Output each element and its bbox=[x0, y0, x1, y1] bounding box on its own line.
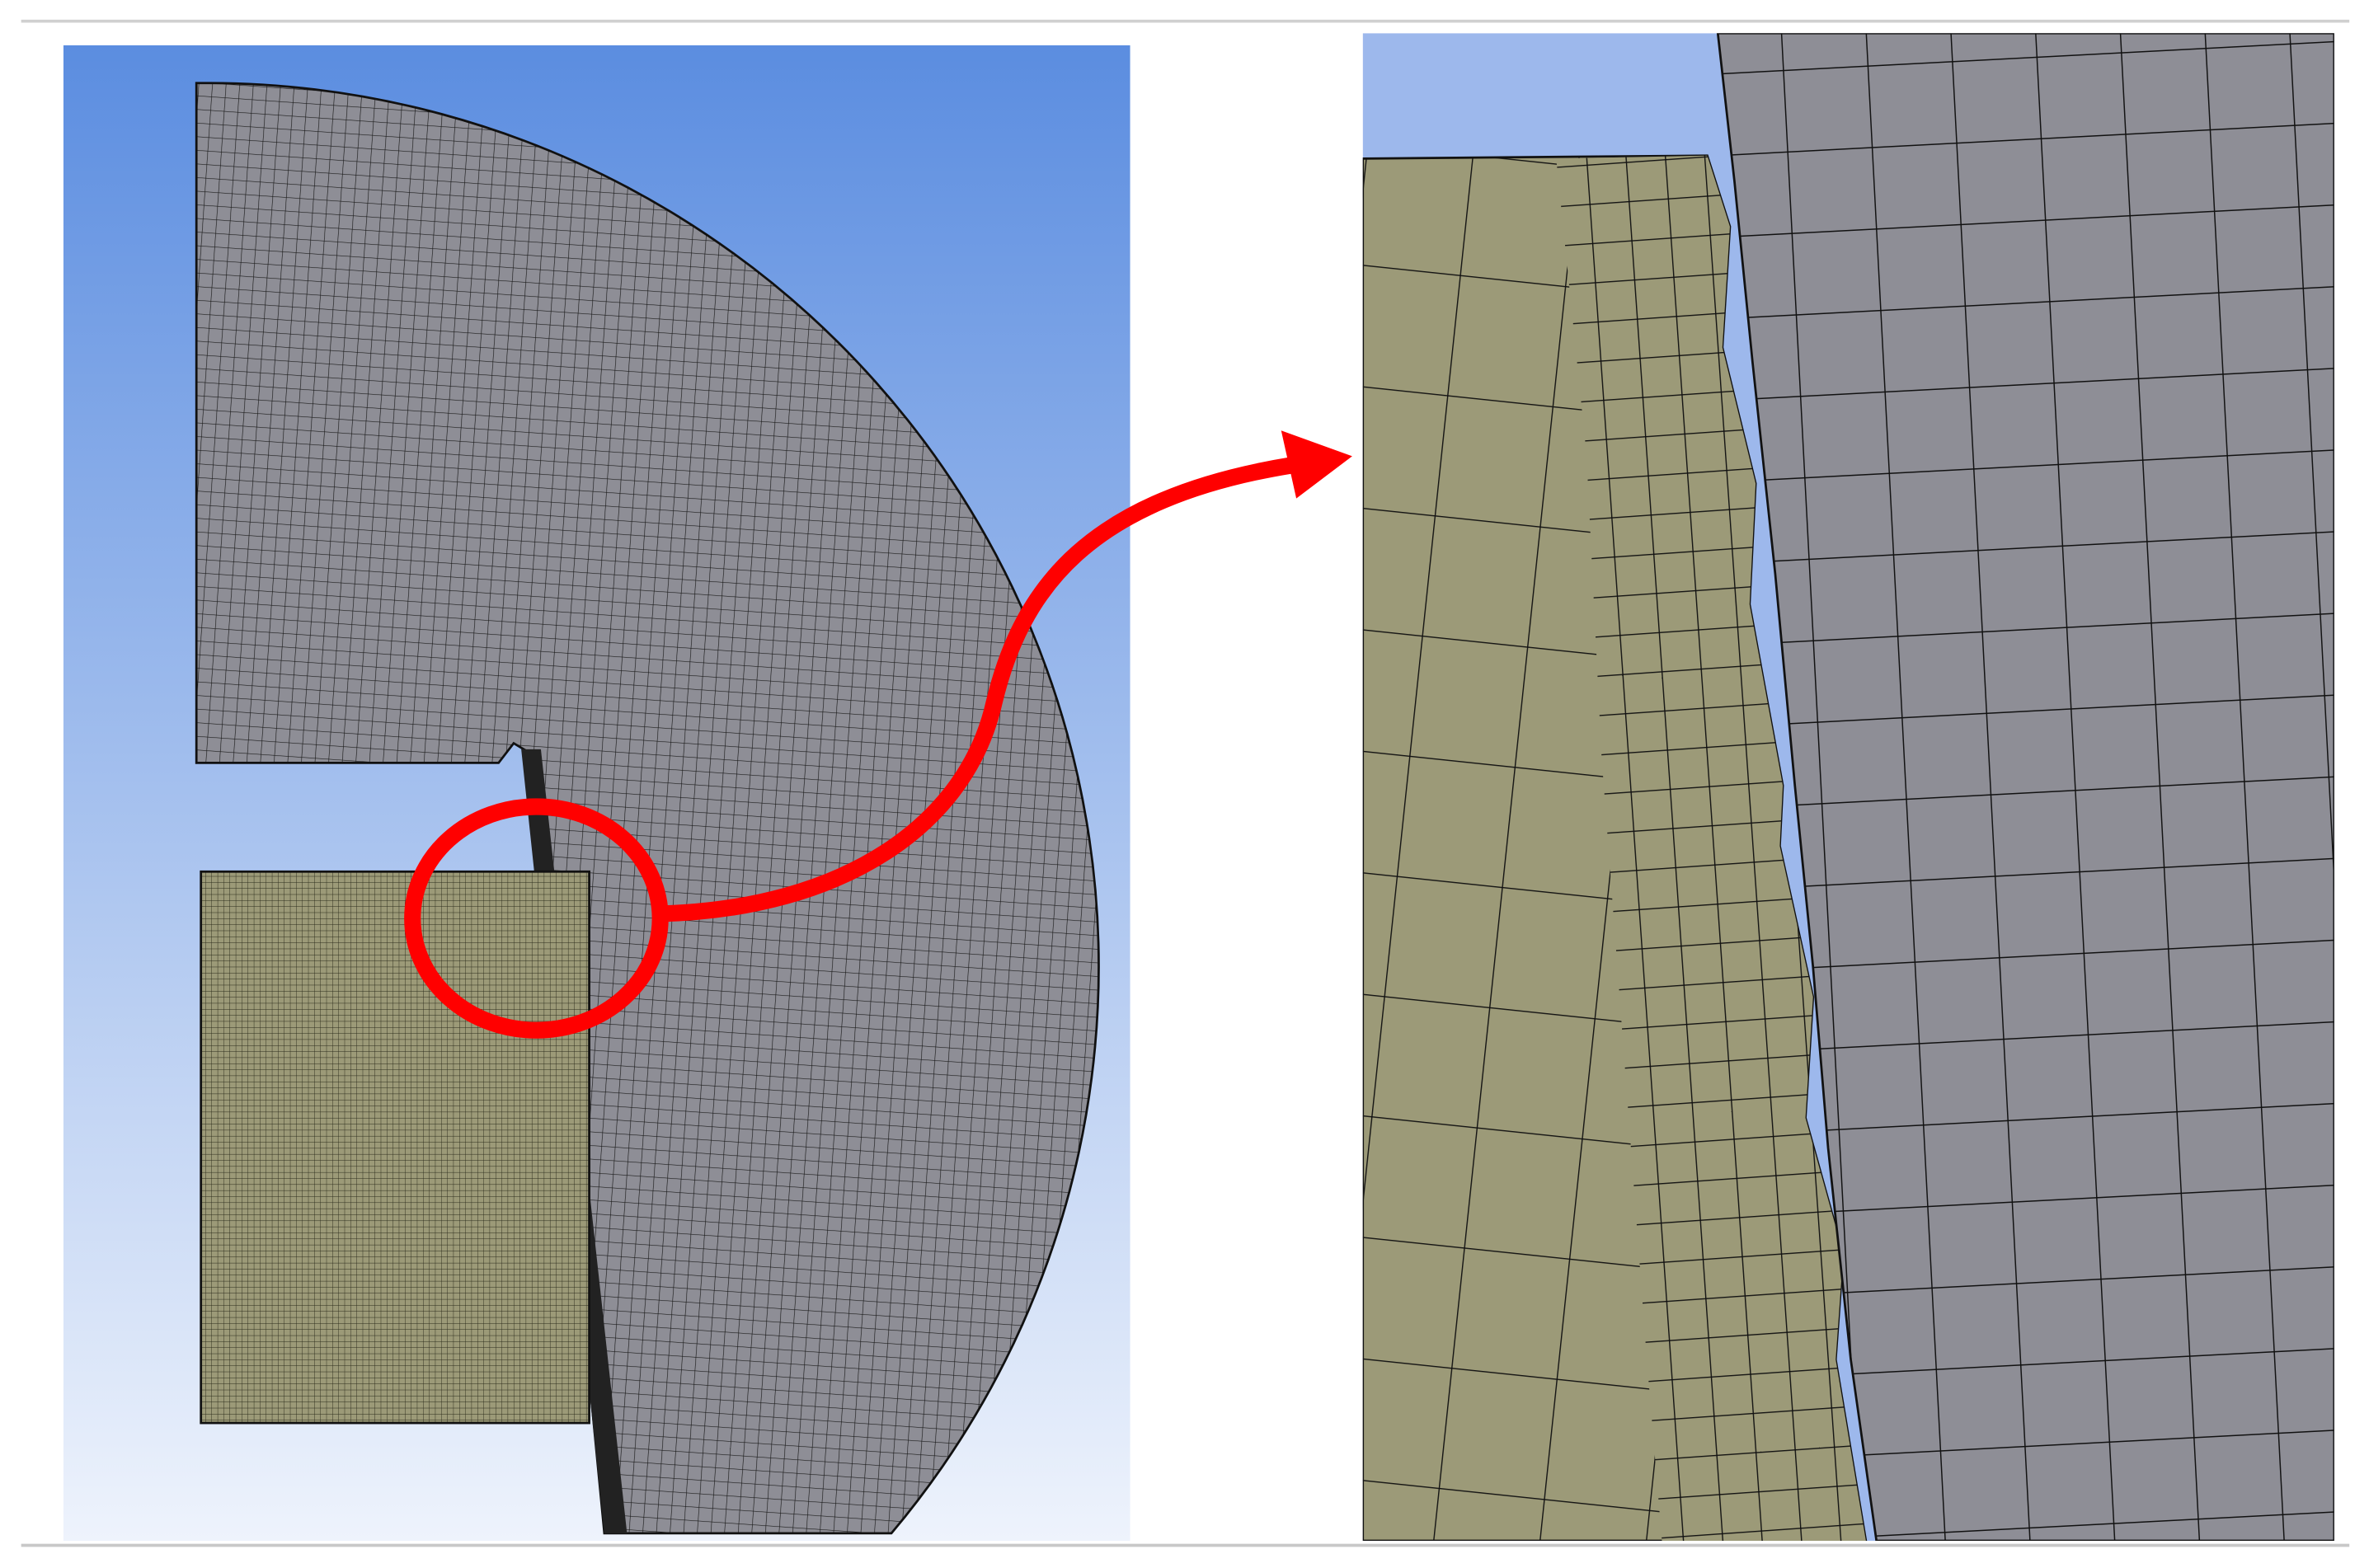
zoomed-mesh-panel bbox=[1362, 33, 2334, 1542]
full-mesh-panel bbox=[63, 45, 1130, 1542]
highlight-arrowhead-icon bbox=[1281, 430, 1352, 499]
olive-domain-mesh bbox=[200, 870, 590, 1425]
mesh-figure bbox=[21, 19, 2350, 1547]
